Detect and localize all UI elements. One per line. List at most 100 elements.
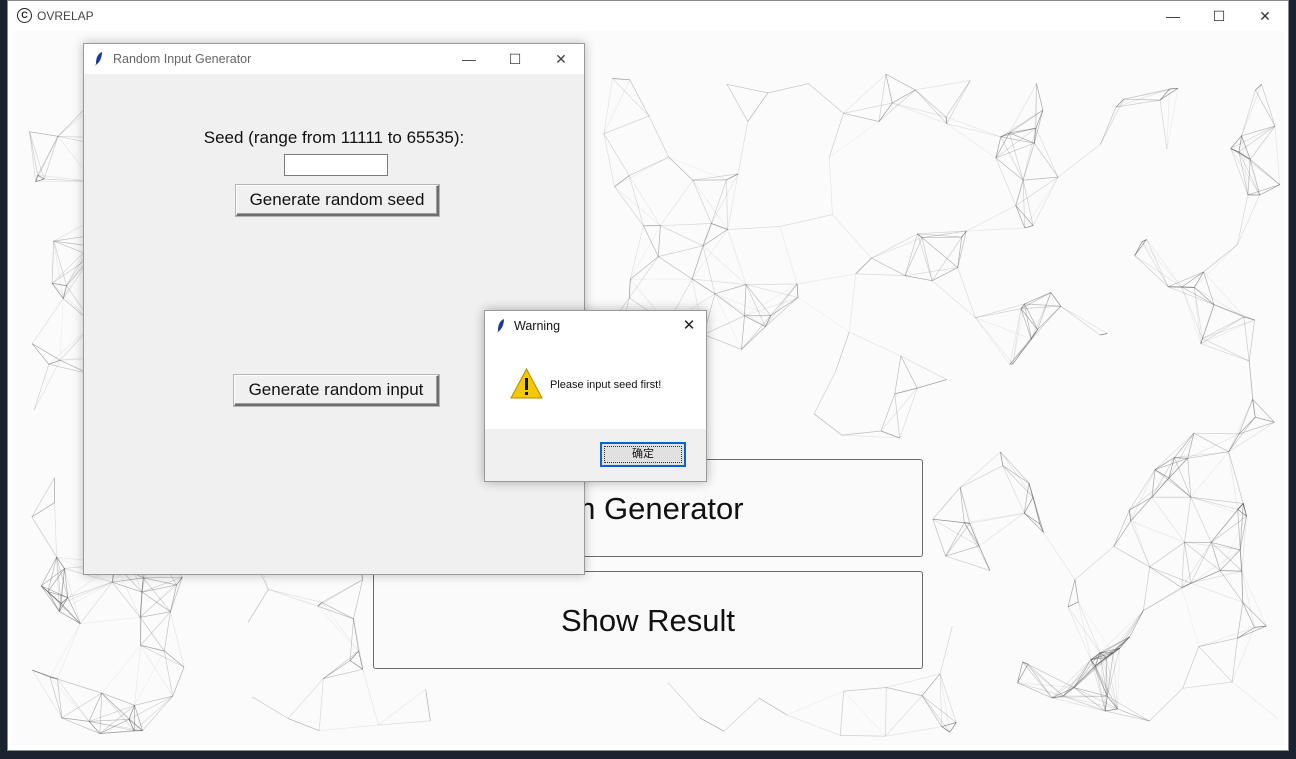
network-edge (839, 691, 845, 736)
rig-titlebar[interactable]: Random Input Generator — ☐ ✕ (84, 44, 584, 74)
network-edge (99, 730, 143, 734)
network-edge (1190, 497, 1212, 543)
network-edge (1202, 338, 1250, 362)
network-edge (894, 355, 902, 394)
network-edge (288, 718, 320, 732)
network-edge (1151, 477, 1170, 498)
network-edge (1248, 319, 1255, 362)
network-edge (1213, 304, 1245, 318)
network-edge (921, 673, 941, 696)
network-edge (378, 689, 426, 726)
generate-random-input-button[interactable]: Generate random input (234, 375, 439, 406)
network-edge (1002, 465, 1034, 498)
network-edge (885, 726, 942, 737)
minimize-button[interactable]: — (1150, 1, 1196, 31)
network-edge (54, 502, 57, 558)
network-edge (629, 79, 650, 117)
network-edge (353, 579, 363, 619)
network-edge (252, 696, 289, 719)
network-edge (1247, 184, 1280, 196)
network-edge (978, 512, 1025, 547)
network-edge (885, 687, 887, 737)
network-edge (629, 225, 644, 280)
network-edge (1051, 665, 1096, 699)
network-edge (1237, 509, 1243, 572)
network-edge (99, 693, 103, 734)
network-edge (1198, 637, 1238, 647)
show-result-button[interactable]: Show Result (373, 571, 923, 669)
network-edge (1242, 602, 1267, 627)
network-edge (660, 225, 704, 247)
network-edge (603, 115, 650, 135)
network-edge (848, 273, 857, 333)
network-edge (832, 214, 872, 259)
network-edge (134, 695, 173, 706)
network-edge (714, 293, 745, 317)
rig-close-button[interactable]: ✕ (538, 44, 584, 74)
network-edge (1129, 509, 1151, 568)
maximize-button[interactable]: ☐ (1196, 1, 1242, 31)
network-edge (892, 89, 916, 104)
network-edge (714, 284, 747, 295)
network-edge (808, 83, 844, 114)
main-window-title: OVRELAP (37, 9, 94, 23)
warning-close-button[interactable]: ✕ (672, 311, 706, 341)
random-input-generator-window: Random Input Generator — ☐ ✕ Seed (range… (83, 43, 585, 575)
network-edge (1050, 292, 1061, 307)
network-edge (905, 275, 933, 282)
network-edge (702, 245, 716, 294)
network-edge (1248, 360, 1253, 400)
close-button[interactable]: ✕ (1242, 1, 1288, 31)
network-edge (1198, 627, 1255, 647)
network-edge (1032, 176, 1059, 226)
network-edge (1123, 88, 1170, 100)
network-edge (29, 131, 37, 182)
network-edge (31, 477, 55, 518)
warning-dialog: Warning ✕ Please input seed first! 确定 (484, 310, 707, 482)
network-edge (43, 136, 59, 180)
seed-input[interactable] (284, 154, 388, 176)
network-edge (33, 364, 50, 410)
network-edge (658, 256, 693, 280)
generate-random-seed-button[interactable]: Generate random seed (236, 185, 439, 216)
network-edge (848, 331, 901, 357)
network-edge (1194, 244, 1238, 288)
network-edge (668, 156, 694, 181)
network-edge (959, 487, 980, 547)
network-edge (939, 626, 953, 674)
network-edge (170, 584, 177, 612)
network-edge (1198, 646, 1233, 683)
network-edge (614, 186, 644, 227)
network-edge (840, 735, 886, 737)
network-edge (1043, 532, 1076, 580)
network-edge (1190, 451, 1229, 498)
network-edge (969, 523, 991, 571)
network-edge (1231, 681, 1279, 720)
network-edge (1051, 659, 1092, 699)
network-edge (711, 173, 739, 224)
main-titlebar[interactable]: C OVRELAP — ☐ ✕ (8, 1, 1288, 31)
network-edge (765, 297, 799, 327)
network-edge (1022, 661, 1053, 699)
network-edge (172, 666, 185, 697)
network-edge (959, 487, 971, 524)
network-edge (1241, 89, 1256, 136)
rig-minimize-button[interactable]: — (446, 44, 492, 74)
rig-maximize-button[interactable]: ☐ (492, 44, 538, 74)
network-edge (900, 355, 947, 380)
network-edge (964, 512, 1025, 524)
network-edge (1193, 432, 1229, 453)
network-edge (1074, 546, 1115, 580)
network-edge (1009, 132, 1035, 144)
network-edge (995, 157, 1024, 181)
network-edge (1067, 601, 1079, 608)
network-edge (247, 589, 269, 623)
network-edge (828, 157, 833, 215)
ok-button[interactable]: 确定 (600, 442, 686, 467)
network-edge (142, 695, 173, 731)
network-edge (1024, 176, 1059, 229)
network-edge (660, 223, 712, 227)
warning-titlebar[interactable]: Warning ✕ (485, 311, 706, 341)
network-edge (932, 519, 946, 557)
network-edge (692, 180, 712, 224)
